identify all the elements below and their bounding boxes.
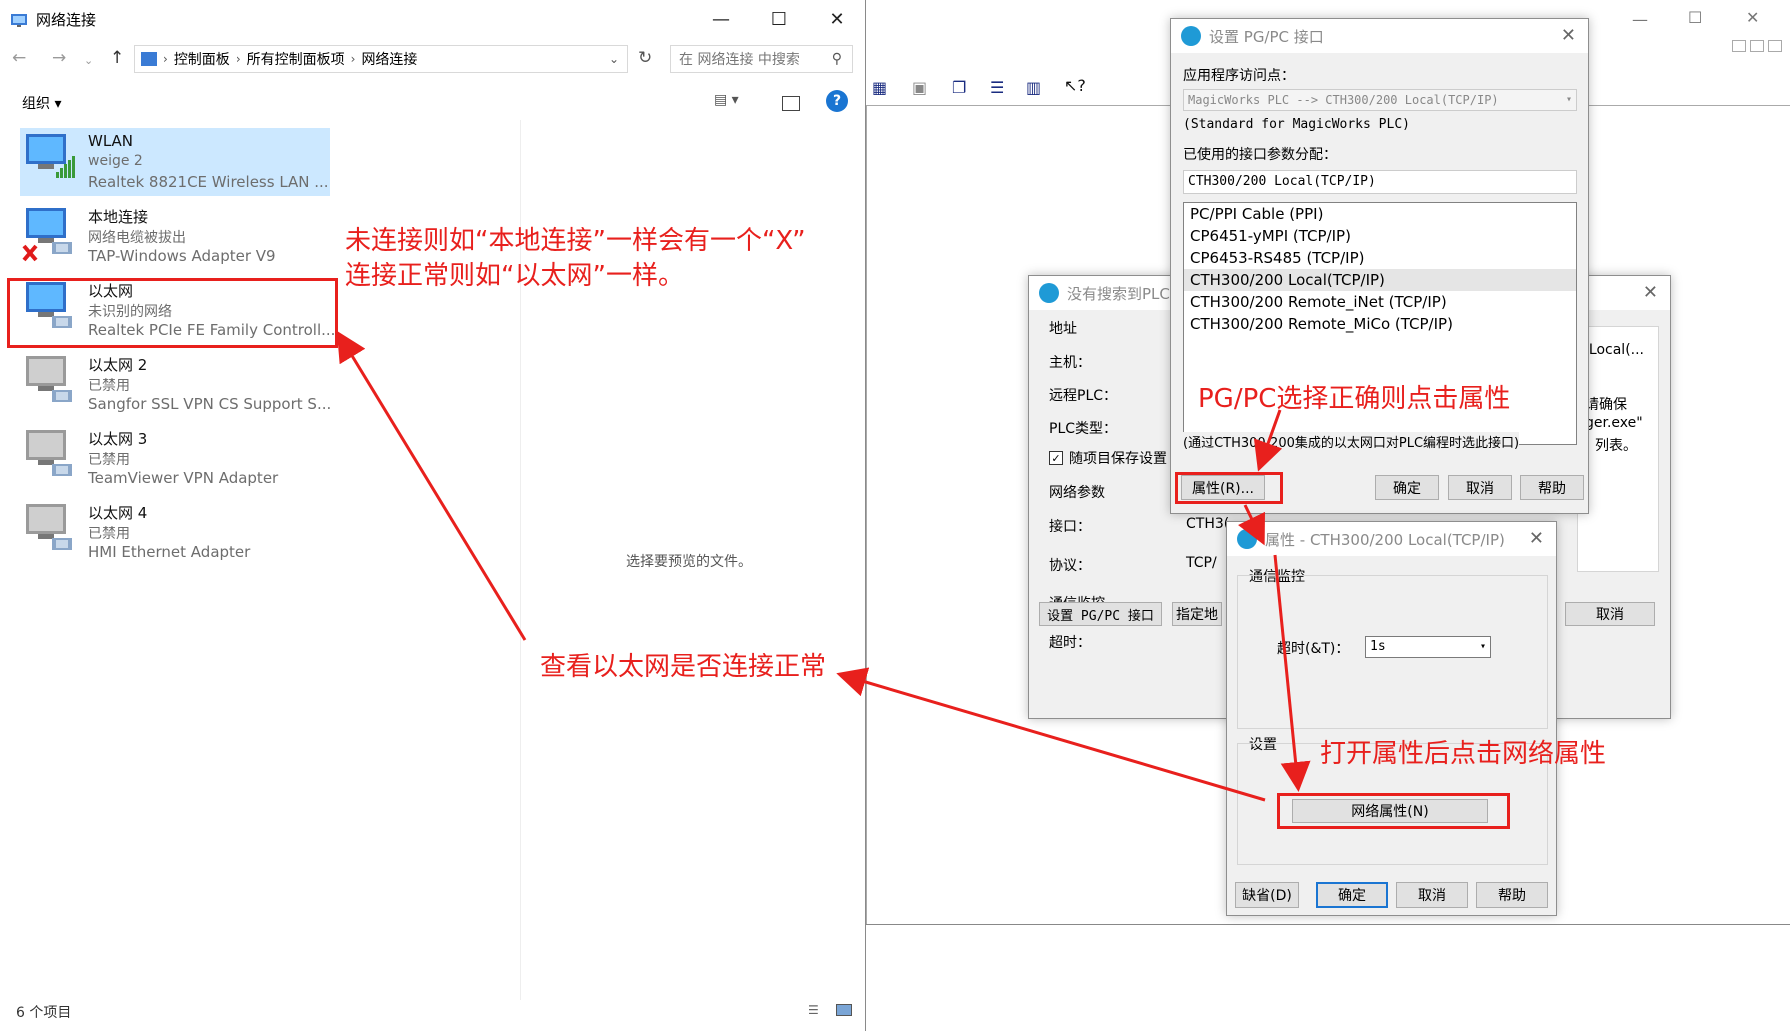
arrow-to-check-note	[836, 667, 1266, 802]
arrow-to-ethernet	[336, 330, 527, 641]
arrow-to-properties	[1253, 409, 1283, 472]
annotation-arrows	[336, 330, 1311, 802]
arrow-to-props-dialog	[1238, 504, 1266, 546]
arrow-to-net-props	[1273, 554, 1311, 792]
